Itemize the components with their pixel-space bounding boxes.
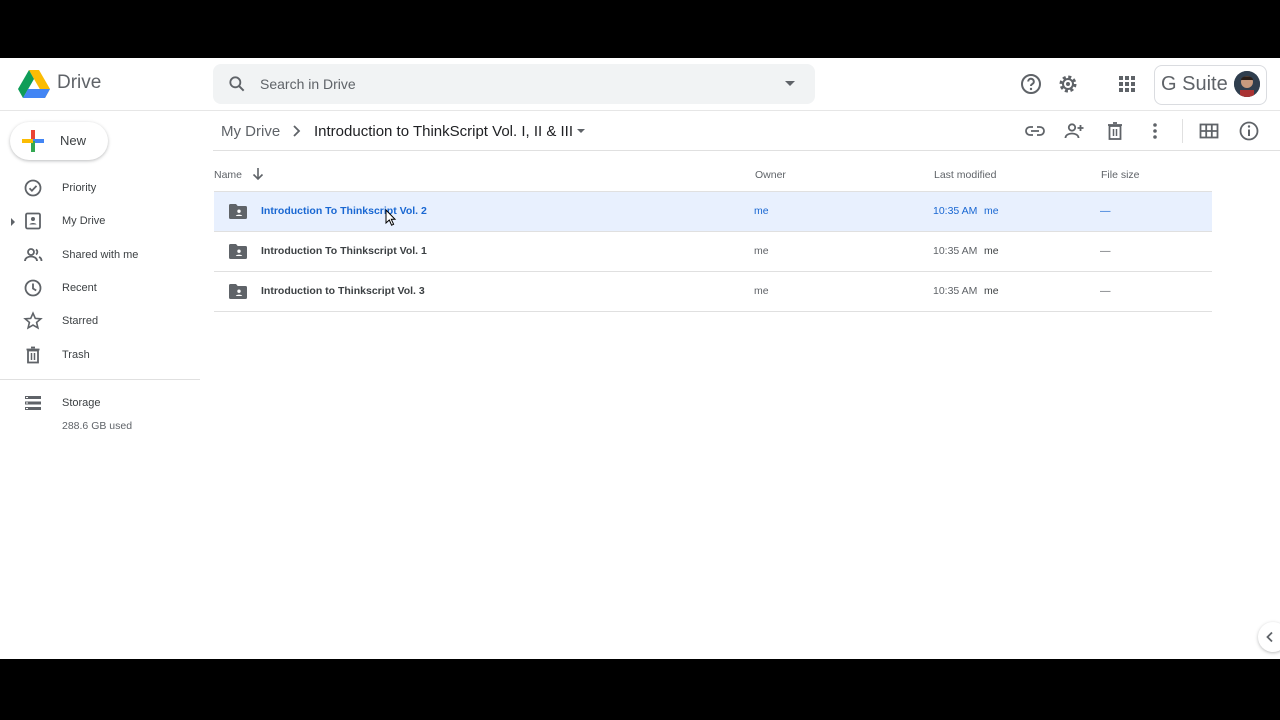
table-row[interactable]: Introduction To Thinkscript Vol. 1 me 10… (214, 231, 1212, 272)
mouse-cursor-icon (385, 209, 397, 226)
sidebar-item-recent[interactable]: Recent (0, 272, 200, 305)
sidebar-item-label: Recent (62, 282, 97, 294)
folder-menu-chevron-down-icon[interactable] (577, 129, 585, 133)
file-name[interactable]: Introduction To Thinkscript Vol. 1 (261, 245, 427, 257)
storage-label: Storage (62, 397, 101, 409)
sidebar-divider (0, 379, 200, 380)
table-row[interactable]: Introduction to Thinkscript Vol. 3 me 10… (214, 271, 1212, 312)
breadcrumb-current-folder[interactable]: Introduction to ThinkScript Vol. I, II &… (314, 123, 573, 140)
file-size: — (1100, 285, 1111, 297)
help-icon[interactable] (1019, 72, 1043, 96)
my-drive-icon (25, 212, 41, 230)
sidebar-item-label: My Drive (62, 215, 106, 227)
gsuite-brand: G Suite (1161, 73, 1228, 95)
chevron-right-icon (293, 125, 301, 137)
column-header-owner: Owner (755, 169, 786, 181)
sidebar-item-label: Trash (62, 349, 90, 361)
share-add-person-icon[interactable] (1063, 120, 1085, 142)
last-modified-by: me (984, 285, 999, 297)
table-row[interactable]: Introduction To Thinkscript Vol. 2 me 10… (214, 191, 1212, 232)
table-bottom-border (214, 311, 1212, 312)
clock-icon (24, 279, 42, 297)
file-size: — (1100, 205, 1111, 217)
breadcrumb-my-drive[interactable]: My Drive (221, 123, 280, 140)
sidebar-item-storage[interactable]: Storage (0, 387, 200, 420)
storage-used: 288.6 GB used (62, 420, 133, 432)
sidebar-item-my-drive[interactable]: My Drive (0, 205, 200, 238)
drive-logo-icon[interactable] (18, 70, 50, 98)
info-icon[interactable] (1238, 120, 1260, 142)
more-options-icon[interactable] (1144, 120, 1166, 142)
column-header-last-modified[interactable]: Last modified (934, 169, 996, 181)
sort-arrow-down-icon[interactable] (252, 167, 264, 181)
get-link-icon[interactable] (1024, 120, 1046, 142)
avatar[interactable] (1234, 71, 1260, 97)
file-name[interactable]: Introduction to Thinkscript Vol. 3 (261, 285, 425, 297)
chevron-left-icon (1266, 631, 1273, 643)
new-button-label: New (60, 133, 87, 148)
toolbar-divider (1182, 119, 1183, 143)
grid-view-icon[interactable] (1198, 120, 1220, 142)
sidebar-item-shared[interactable]: Shared with me (0, 239, 200, 272)
new-button[interactable]: New (10, 122, 108, 160)
sidebar-item-label: Priority (62, 182, 97, 194)
owner: me (754, 205, 769, 217)
trash-icon (26, 346, 40, 364)
column-header-name[interactable]: Name (214, 169, 242, 181)
drive-window: Drive G Suite (0, 58, 1280, 659)
priority-icon (24, 179, 42, 197)
search-icon[interactable] (227, 74, 247, 94)
sidebar-item-label: Shared with me (62, 249, 139, 261)
storage-icon (25, 396, 41, 410)
search-input[interactable] (260, 64, 760, 104)
star-icon (23, 311, 43, 330)
file-size: — (1100, 245, 1111, 257)
shared-folder-icon (229, 244, 247, 259)
plus-icon (22, 130, 44, 152)
search-bar[interactable] (213, 64, 815, 104)
shared-with-me-icon (24, 248, 43, 262)
toolbar-divider (213, 150, 1280, 151)
shared-folder-icon (229, 284, 247, 299)
settings-gear-icon[interactable] (1056, 72, 1080, 96)
expand-arrow-icon[interactable] (11, 218, 15, 226)
delete-trash-icon[interactable] (1104, 120, 1126, 142)
search-options-icon[interactable] (785, 81, 795, 86)
last-modified-by: me (984, 205, 999, 217)
owner: me (754, 245, 769, 257)
top-bar: Drive G Suite (0, 58, 1280, 111)
sidebar-item-priority[interactable]: Priority (0, 172, 200, 205)
sidebar-item-label: Starred (62, 315, 99, 327)
last-modified-time: 10:35 AM (933, 245, 978, 257)
side-panel-toggle[interactable] (1258, 622, 1280, 652)
last-modified-by: me (984, 245, 999, 257)
shared-folder-icon (229, 204, 247, 219)
last-modified-time: 10:35 AM (933, 205, 978, 217)
owner: me (754, 285, 769, 297)
sidebar-item-starred[interactable]: Starred (0, 305, 200, 338)
sidebar-item-trash[interactable]: Trash (0, 339, 200, 372)
file-name[interactable]: Introduction To Thinkscript Vol. 2 (261, 205, 427, 217)
column-header-file-size: File size (1101, 169, 1140, 181)
last-modified-time: 10:35 AM (933, 285, 978, 297)
app-title[interactable]: Drive (57, 72, 101, 94)
account-switcher[interactable]: G Suite (1154, 65, 1267, 105)
apps-grid-icon[interactable] (1115, 72, 1139, 96)
